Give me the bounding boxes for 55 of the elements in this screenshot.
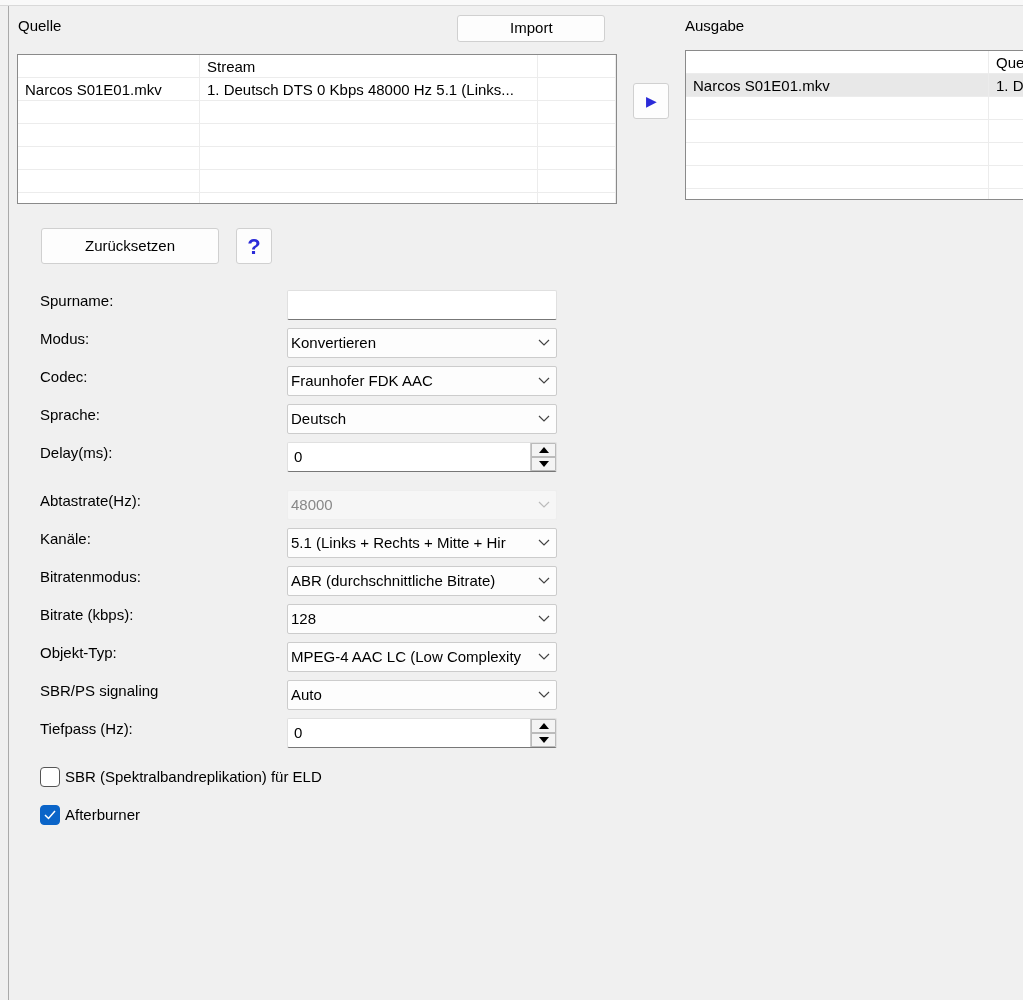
section-title: Ausgabe: [685, 17, 745, 34]
chevron-down-icon: [538, 339, 550, 347]
field-label: Bitratenmodus:: [39, 567, 142, 587]
down-arrow-icon[interactable]: [538, 737, 549, 743]
dropdown[interactable]: Auto: [287, 680, 557, 710]
field-label: Spurname:: [39, 291, 115, 311]
checkbox-label: SBR (Spektralbandreplikation) für ELD: [65, 766, 322, 787]
dropdown[interactable]: 5.1 (Links + Rechts + Mitte + Hir: [287, 528, 557, 558]
chevron-down-icon: [538, 415, 550, 423]
checkbox[interactable]: [40, 805, 60, 825]
chevron-down-icon: [538, 501, 550, 509]
column-header: Stream: [200, 55, 538, 77]
dropdown[interactable]: Fraunhofer FDK AAC: [287, 366, 557, 396]
field-label: SBR/PS signaling: [39, 681, 160, 701]
import-button[interactable]: Import: [457, 15, 606, 42]
table-cell: Narcos S01E01.mkv: [686, 73, 989, 96]
field-label: Tiefpass (Hz):: [39, 719, 134, 739]
spin-field[interactable]: 0: [287, 442, 557, 472]
spin-field[interactable]: 0: [287, 718, 557, 748]
table-cell: 1. Deutsch DTS 0 Kbps 48000 Hz 5.1 (Links...: [200, 78, 538, 100]
chevron-down-icon: [538, 377, 550, 385]
field-label: Abtastrate(Hz):: [39, 491, 142, 511]
checkbox-label: Afterburner: [65, 804, 141, 825]
up-arrow-icon[interactable]: [538, 723, 549, 729]
table-cell: 1. D: [989, 73, 1023, 96]
field-label: Delay(ms):: [39, 443, 114, 463]
text-field[interactable]: [287, 290, 557, 320]
field-label: Bitrate (kbps):: [39, 605, 135, 625]
dropdown[interactable]: 128: [287, 604, 557, 634]
checkbox[interactable]: [40, 767, 60, 787]
field-label: Codec:: [39, 367, 89, 387]
dropdown[interactable]: MPEG-4 AAC LC (Low Complexity: [287, 642, 557, 672]
up-arrow-icon[interactable]: [538, 447, 549, 453]
table-cell: Narcos S01E01.mkv: [18, 78, 200, 100]
dropdown[interactable]: Deutsch: [287, 404, 557, 434]
dropdown[interactable]: Konvertieren: [287, 328, 557, 358]
field-label: Modus:: [39, 329, 91, 349]
down-arrow-icon[interactable]: [538, 461, 549, 467]
dropdown: 48000: [287, 490, 557, 520]
field-label: Objekt-Typ:: [39, 643, 118, 663]
table-row[interactable]: Narcos S01E01.mkv 1. D: [686, 73, 1023, 97]
help-button[interactable]: ?: [236, 228, 272, 264]
chevron-down-icon: [538, 691, 550, 699]
field-label: Sprache:: [39, 405, 102, 425]
chevron-down-icon: [538, 653, 550, 661]
column-header: Que: [989, 50, 1023, 73]
field-label: Kanäle:: [39, 529, 92, 549]
add-button[interactable]: ▶: [633, 83, 669, 119]
reset-button[interactable]: Zurücksetzen: [41, 228, 219, 264]
chevron-down-icon: [538, 577, 550, 585]
checkmark-icon: [44, 810, 56, 820]
dropdown[interactable]: ABR (durchschnittliche Bitrate): [287, 566, 557, 596]
section-title: Quelle: [18, 16, 62, 36]
chevron-down-icon: [538, 615, 550, 623]
chevron-down-icon: [538, 539, 550, 547]
